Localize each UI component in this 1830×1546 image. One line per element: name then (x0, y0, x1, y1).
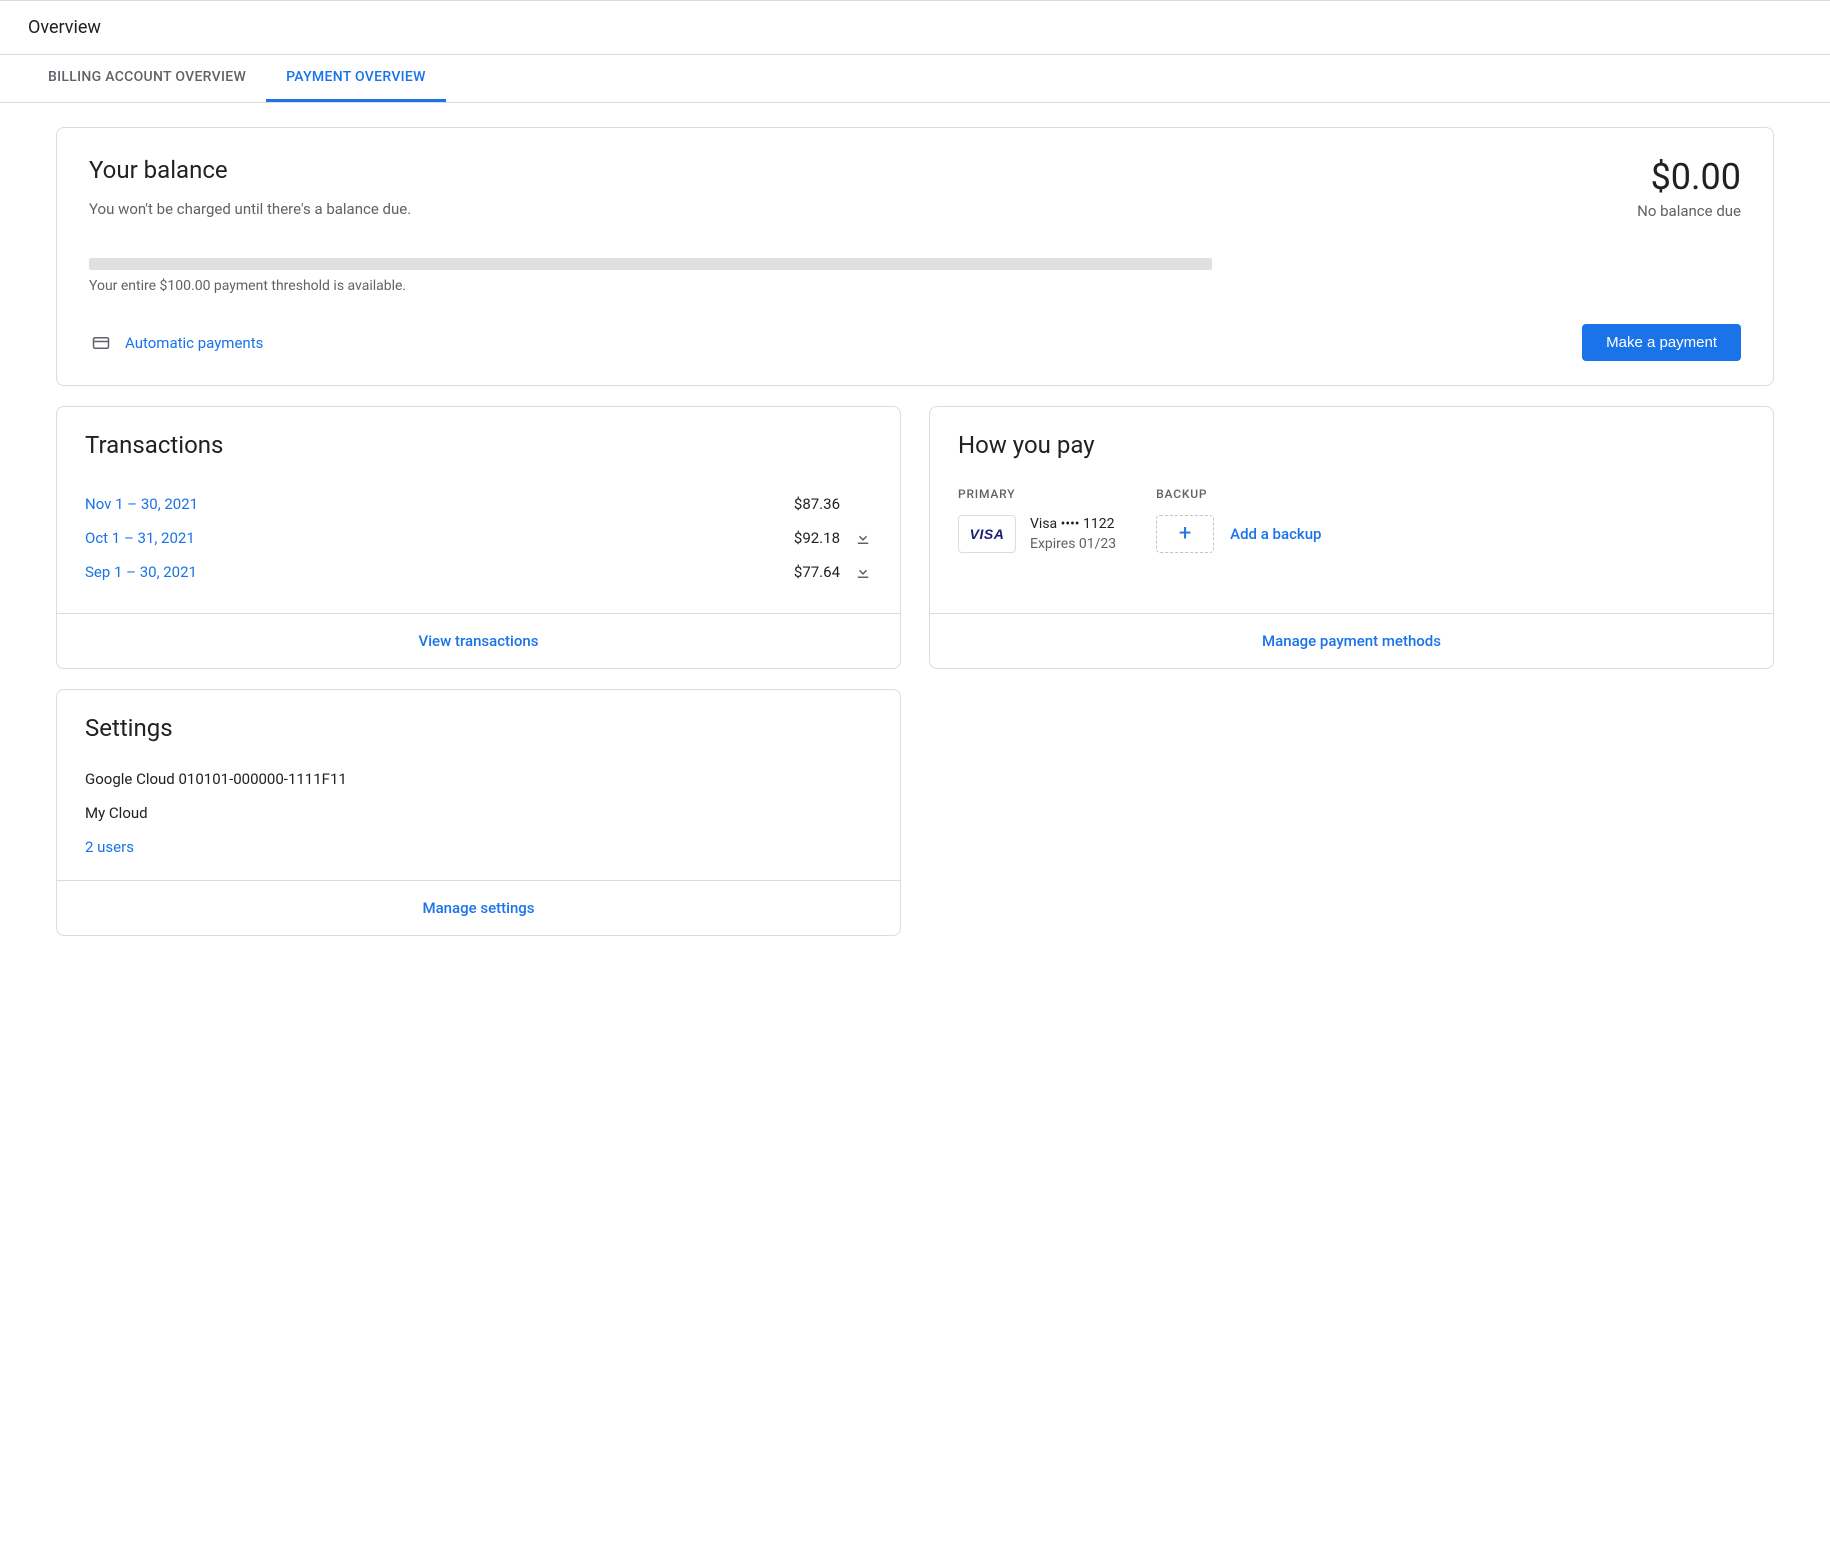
balance-card: Your balance You won't be charged until … (56, 127, 1774, 386)
settings-users-link[interactable]: 2 users (85, 838, 872, 856)
settings-card: Settings Google Cloud 010101-000000-1111… (56, 689, 901, 936)
transactions-heading: Transactions (85, 431, 872, 459)
transaction-amount: $87.36 (794, 495, 840, 513)
primary-payment-method[interactable]: VISA Visa •••• 1122 Expires 01/23 (958, 515, 1116, 553)
content-area: Your balance You won't be charged until … (0, 103, 1830, 960)
manage-settings-link[interactable]: Manage settings (422, 899, 534, 917)
automatic-payments-label: Automatic payments (125, 334, 263, 352)
balance-amount: $0.00 (1637, 156, 1741, 198)
add-backup-box[interactable]: + (1156, 515, 1214, 553)
primary-label: PRIMARY (958, 487, 1116, 501)
balance-status: No balance due (1637, 202, 1741, 220)
transaction-amount: $77.64 (794, 563, 840, 581)
transaction-amount: $92.18 (794, 529, 840, 547)
card-number: Visa •••• 1122 (1030, 516, 1116, 532)
visa-logo: VISA (958, 515, 1016, 553)
backup-label: BACKUP (1156, 487, 1321, 501)
transaction-row: Nov 1 – 30, 2021 $87.36 (85, 487, 872, 521)
page-title: Overview (28, 17, 101, 38)
tab-payment-overview[interactable]: PAYMENT OVERVIEW (266, 55, 446, 102)
transaction-period-link[interactable]: Sep 1 – 30, 2021 (85, 563, 197, 581)
automatic-payments-link[interactable]: Automatic payments (89, 334, 263, 352)
transaction-row: Oct 1 – 31, 2021 $92.18 (85, 521, 872, 555)
settings-nickname: My Cloud (85, 804, 872, 822)
transaction-period-link[interactable]: Oct 1 – 31, 2021 (85, 529, 195, 547)
how-you-pay-card: How you pay PRIMARY VISA Visa •••• 1122 … (929, 406, 1774, 669)
download-icon[interactable] (854, 529, 872, 547)
how-you-pay-heading: How you pay (958, 431, 1745, 459)
balance-subtext: You won't be charged until there's a bal… (89, 200, 411, 218)
manage-payment-methods-link[interactable]: Manage payment methods (1262, 632, 1441, 650)
settings-account-id: Google Cloud 010101-000000-1111F11 (85, 770, 872, 788)
card-expiry: Expires 01/23 (1030, 536, 1116, 552)
plus-icon: + (1179, 523, 1191, 545)
download-icon[interactable] (854, 563, 872, 581)
view-transactions-link[interactable]: View transactions (419, 632, 539, 650)
credit-card-icon (89, 334, 113, 352)
transactions-card: Transactions Nov 1 – 30, 2021 $87.36 Oct… (56, 406, 901, 669)
make-payment-button[interactable]: Make a payment (1582, 324, 1741, 361)
tabs: BILLING ACCOUNT OVERVIEW PAYMENT OVERVIE… (0, 55, 1830, 103)
add-backup-link[interactable]: Add a backup (1230, 525, 1321, 543)
tab-billing-account-overview[interactable]: BILLING ACCOUNT OVERVIEW (28, 55, 266, 102)
threshold-note: Your entire $100.00 payment threshold is… (89, 278, 1741, 294)
transaction-period-link[interactable]: Nov 1 – 30, 2021 (85, 495, 198, 513)
threshold-progress (89, 258, 1212, 270)
page-header: Overview (0, 0, 1830, 55)
transaction-row: Sep 1 – 30, 2021 $77.64 (85, 555, 872, 589)
balance-heading: Your balance (89, 156, 411, 184)
settings-heading: Settings (85, 714, 872, 742)
